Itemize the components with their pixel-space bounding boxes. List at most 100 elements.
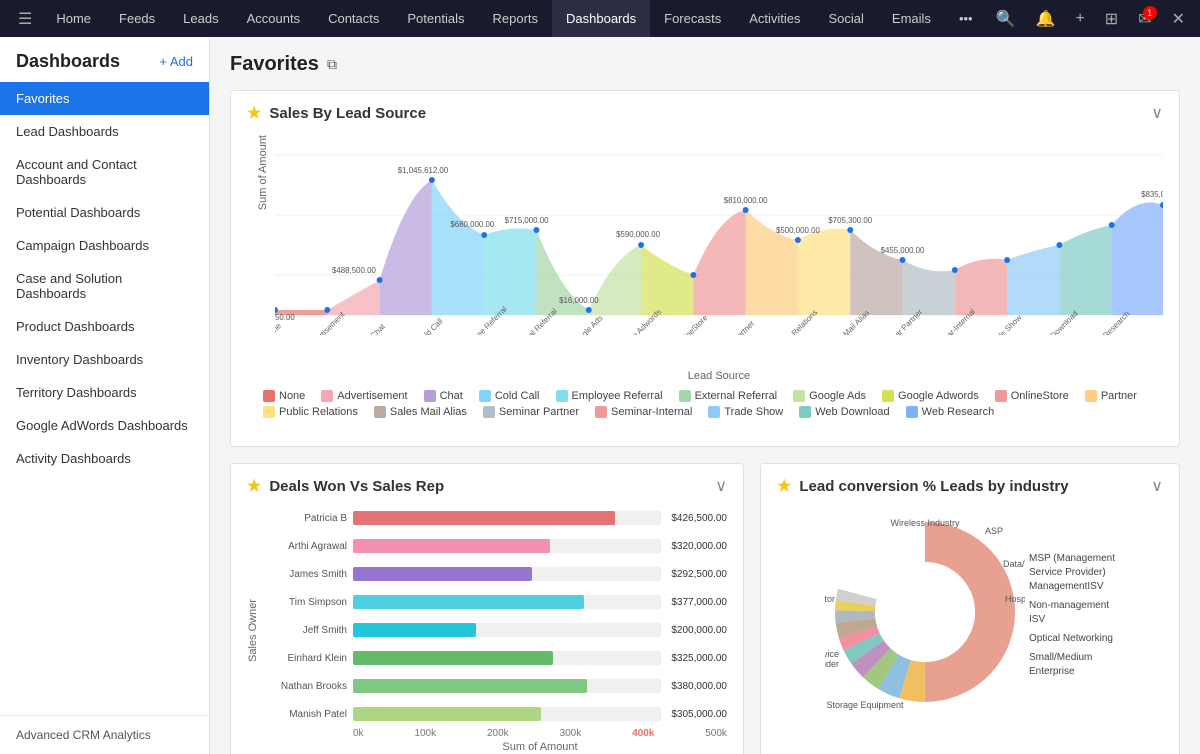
nav-social[interactable]: Social [815, 0, 878, 37]
star-icon-deals: ★ [247, 476, 261, 496]
sidebar-item-territory-dashboards[interactable]: Territory Dashboards [0, 376, 209, 409]
svg-text:$835,000.00: $835,000.00 [1141, 190, 1163, 199]
bar-value-manish: $305,000.00 [671, 709, 727, 720]
legend-seminar-internal: Seminar-Internal [595, 406, 692, 418]
legend-color-partner [1085, 390, 1097, 402]
x-axis-label-deals: Sum of Amount [353, 741, 727, 753]
nav-potentials[interactable]: Potentials [393, 0, 478, 37]
svg-text:$705,300.00: $705,300.00 [828, 216, 872, 225]
nav-activities[interactable]: Activities [735, 0, 814, 37]
sidebar-item-google-adwords-dashboards[interactable]: Google AdWords Dashboards [0, 409, 209, 442]
bar-row-james: James Smith $292,500.00 [267, 564, 727, 584]
external-link-icon[interactable]: ⧉ [327, 56, 337, 73]
nav-accounts[interactable]: Accounts [233, 0, 314, 37]
legend-color-web-download [799, 406, 811, 418]
bar-row-patricia: Patricia B $426,500.00 [267, 508, 727, 528]
bottom-row: ★ Deals Won Vs Sales Rep ∨ Sales Owner [230, 463, 1180, 754]
legend-external-referral: External Referral [679, 390, 778, 402]
svg-text:Cold Call: Cold Call [416, 316, 445, 335]
nav-reports[interactable]: Reports [478, 0, 552, 37]
sidebar-item-favorites[interactable]: Favorites [0, 82, 209, 115]
legend-chat: Chat [424, 390, 463, 402]
card-body-lead-conversion: Wireless Industry ASP Data/Telecom OEM H… [761, 500, 1179, 737]
add-icon-button[interactable]: + [1068, 10, 1091, 28]
sidebar-item-case-solution-dashboards[interactable]: Case and Solution Dashboards [0, 262, 209, 310]
svg-text:Data/Telecom OEM: Data/Telecom OEM [1003, 559, 1025, 569]
bar-row-nathan: Nathan Brooks $380,000.00 [267, 676, 727, 696]
bar-fill-jeff [353, 623, 476, 637]
svg-text:Hospitality: Hospitality [1005, 594, 1025, 604]
bar-value-patricia: $426,500.00 [671, 513, 727, 524]
sidebar-item-campaign-dashboards[interactable]: Campaign Dashboards [0, 229, 209, 262]
donut-chart: Wireless Industry ASP Data/Telecom OEM H… [825, 512, 1025, 712]
sidebar-item-product-dashboards[interactable]: Product Dashboards [0, 310, 209, 343]
bar-label-tim: Tim Simpson [267, 597, 347, 608]
lead-conversion-card: ★ Lead conversion % Leads by industry ∨ [760, 463, 1180, 754]
svg-text:$715,000.00: $715,000.00 [505, 216, 549, 225]
svg-text:$500,000.00: $500,000.00 [776, 226, 820, 235]
profile-icon-button[interactable]: ✕ [1165, 9, 1192, 29]
nav-leads[interactable]: Leads [169, 0, 232, 37]
collapse-chevron-lead-conversion-icon[interactable]: ∨ [1151, 476, 1163, 496]
topnav-right-actions: 🔍 🔔 + ⊞ ✉ 1 ✕ [989, 9, 1192, 29]
sidebar-item-inventory-dashboards[interactable]: Inventory Dashboards [0, 343, 209, 376]
svg-text:Google Ads: Google Ads [569, 313, 604, 335]
search-icon-button[interactable]: 🔍 [989, 9, 1023, 29]
sidebar-item-account-contact-dashboards[interactable]: Account and Contact Dashboards [0, 148, 209, 196]
donut-right-labels: MSP (Management Service Provider) Manage… [1029, 553, 1115, 677]
sidebar-add-button[interactable]: + Add [159, 54, 193, 69]
legend-public-relations: Public Relations [263, 406, 358, 418]
sidebar-footer: Advanced CRM Analytics [0, 715, 209, 754]
nav-contacts[interactable]: Contacts [314, 0, 393, 37]
bar-track-jeff [353, 623, 661, 637]
nav-forecasts[interactable]: Forecasts [650, 0, 735, 37]
svg-text:$1,045,612.00: $1,045,612.00 [398, 166, 449, 175]
donut-label-sme: Small/Medium [1029, 652, 1115, 663]
card-title-text-deals: Deals Won Vs Sales Rep [269, 478, 444, 495]
bar-fill-manish [353, 707, 541, 721]
star-icon-lead-conversion: ★ [777, 476, 791, 496]
sidebar-nav: Favorites Lead Dashboards Account and Co… [0, 78, 209, 715]
svg-text:Partner: Partner [732, 318, 757, 335]
bar-chart-x-axis: 0k 100k 200k 300k 400k 500k [353, 728, 727, 739]
bar-row-tim: Tim Simpson $377,000.00 [267, 592, 727, 612]
nav-emails[interactable]: Emails [878, 0, 945, 37]
sidebar-item-activity-dashboards[interactable]: Activity Dashboards [0, 442, 209, 475]
legend-none: None [263, 390, 305, 402]
bar-value-james: $292,500.00 [671, 569, 727, 580]
sidebar-item-lead-dashboards[interactable]: Lead Dashboards [0, 115, 209, 148]
card-title-lead-conversion: ★ Lead conversion % Leads by industry [777, 476, 1069, 496]
nav-home[interactable]: Home [42, 0, 105, 37]
legend-partner: Partner [1085, 390, 1137, 402]
bar-value-tim: $377,000.00 [671, 597, 727, 608]
collapse-chevron-icon[interactable]: ∨ [1151, 103, 1163, 123]
bar-fill-james [353, 567, 532, 581]
nav-dashboards[interactable]: Dashboards [552, 0, 650, 37]
legend-onlinestore: OnlineStore [995, 390, 1069, 402]
main-layout: Dashboards + Add Favorites Lead Dashboar… [0, 37, 1200, 754]
sidebar-item-potential-dashboards[interactable]: Potential Dashboards [0, 196, 209, 229]
legend-color-google-ads [793, 390, 805, 402]
y-axis-label: Sum of Amount [257, 135, 269, 210]
hamburger-menu-icon[interactable]: ☰ [8, 9, 42, 29]
notifications-icon-button[interactable]: 🔔 [1029, 9, 1063, 29]
bar-row-einhard: Einhard Klein $325,000.00 [267, 648, 727, 668]
bar-value-nathan: $380,000.00 [671, 681, 727, 692]
bar-track-manish [353, 707, 661, 721]
legend-advertisement: Advertisement [321, 390, 407, 402]
card-title-text-lead-conversion: Lead conversion % Leads by industry [799, 478, 1068, 495]
nav-feeds[interactable]: Feeds [105, 0, 169, 37]
bar-label-arthi: Arthi Agrawal [267, 541, 347, 552]
bar-row-arthi: Arthi Agrawal $320,000.00 [267, 536, 727, 556]
apps-icon-button[interactable]: ⊞ [1098, 9, 1125, 29]
nav-more[interactable]: ••• [945, 0, 987, 37]
bar-label-james: James Smith [267, 569, 347, 580]
legend-color-employee-referral [556, 390, 568, 402]
bar-row-manish: Manish Patel $305,000.00 [267, 704, 727, 724]
sidebar-header: Dashboards + Add [0, 37, 209, 78]
bar-track-patricia [353, 511, 661, 525]
legend-trade-show: Trade Show [708, 406, 783, 418]
mail-icon-button[interactable]: ✉ 1 [1131, 9, 1158, 29]
bar-track-einhard [353, 651, 661, 665]
collapse-chevron-deals-icon[interactable]: ∨ [715, 476, 727, 496]
